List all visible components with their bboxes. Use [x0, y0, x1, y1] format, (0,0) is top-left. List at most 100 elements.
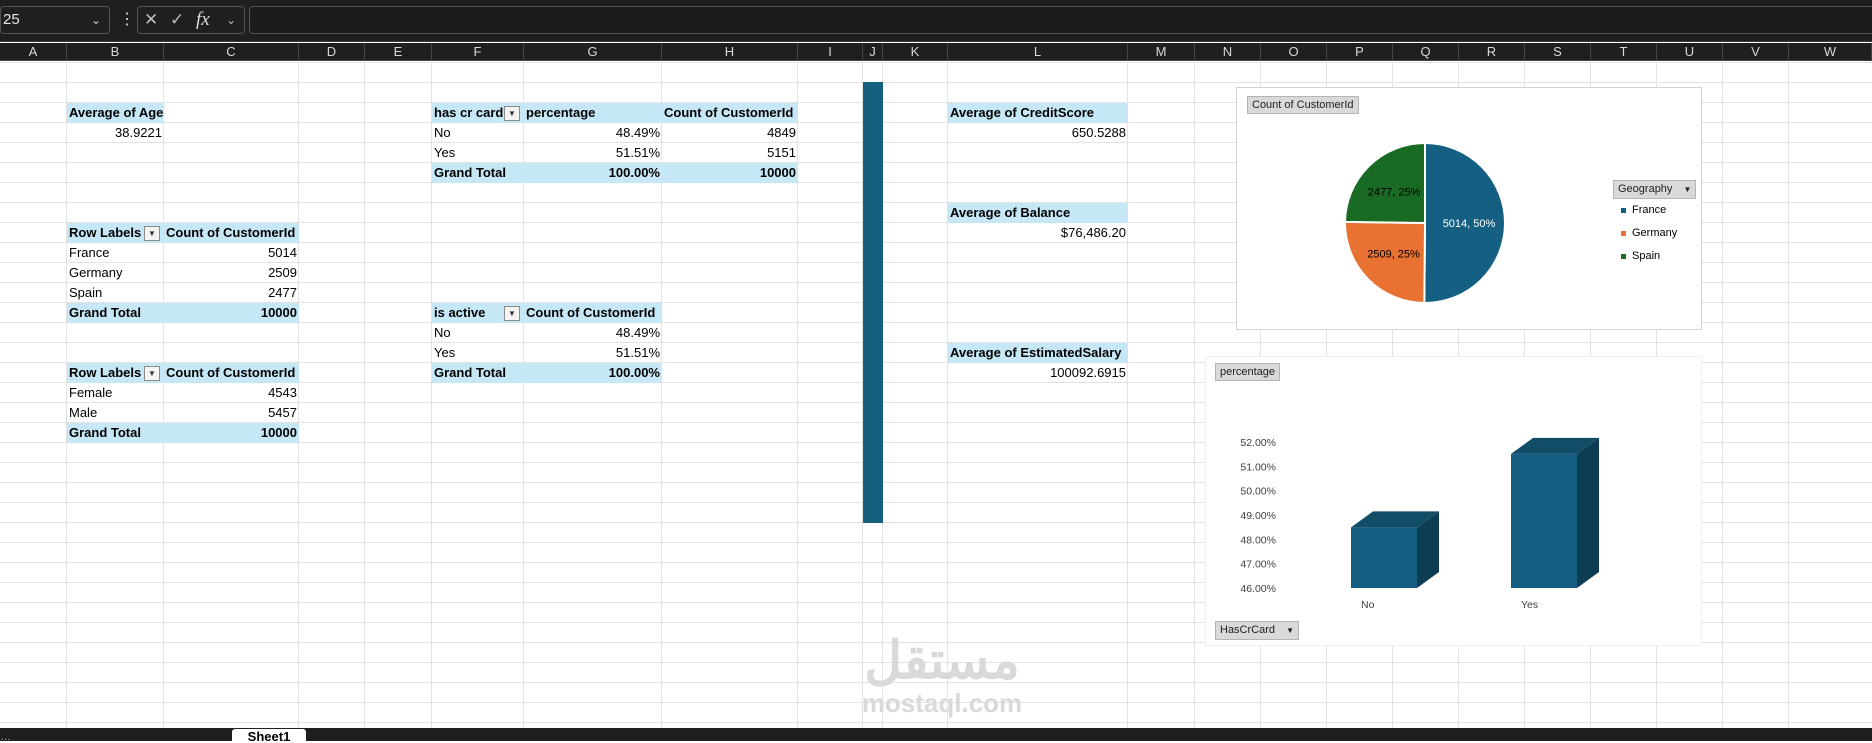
- crcard-total-count[interactable]: 10000: [662, 163, 798, 183]
- gender-row-value[interactable]: 5457: [164, 403, 299, 423]
- active-total-value[interactable]: 100.00%: [524, 363, 662, 383]
- column-header-b[interactable]: B: [67, 43, 164, 61]
- pie-slice-germany[interactable]: [1344, 220, 1427, 305]
- column-header-i[interactable]: I: [798, 43, 863, 61]
- column-header-n[interactable]: N: [1195, 43, 1261, 61]
- active-label-header[interactable]: is active ▼: [432, 303, 524, 323]
- column-header-g[interactable]: G: [524, 43, 662, 61]
- column-header-c[interactable]: C: [164, 43, 299, 61]
- filter-dropdown-icon[interactable]: ▼: [144, 226, 160, 241]
- bar-yes[interactable]: [1511, 437, 1599, 588]
- balance-header[interactable]: Average of Balance: [948, 203, 1128, 223]
- crcard-label-header[interactable]: has cr card ▼: [432, 103, 524, 123]
- column-header-s[interactable]: S: [1525, 43, 1591, 61]
- chevron-down-icon[interactable]: ▼: [1286, 626, 1294, 635]
- crcard-row-count[interactable]: 4849: [662, 123, 798, 143]
- name-box[interactable]: 25 ⌄: [0, 6, 110, 34]
- creditscore-header[interactable]: Average of CreditScore: [948, 103, 1128, 123]
- column-header-j[interactable]: J: [863, 43, 883, 61]
- active-row-value[interactable]: 51.51%: [524, 343, 662, 363]
- check-icon[interactable]: ✓: [170, 7, 184, 33]
- geo-count-header[interactable]: Count of CustomerId: [164, 223, 299, 243]
- column-header-v[interactable]: V: [1723, 43, 1789, 61]
- crcard-count-header[interactable]: Count of CustomerId: [662, 103, 798, 123]
- geo-total-value[interactable]: 10000: [164, 303, 299, 323]
- gender-rowlabels-header[interactable]: Row Labels ▼: [67, 363, 164, 383]
- column-header-u[interactable]: U: [1657, 43, 1723, 61]
- active-row-value[interactable]: 48.49%: [524, 323, 662, 343]
- gender-row-value[interactable]: 4543: [164, 383, 299, 403]
- column-header-t[interactable]: T: [1591, 43, 1657, 61]
- crcard-total-label[interactable]: Grand Total: [432, 163, 524, 183]
- salary-value[interactable]: 100092.6915: [948, 363, 1128, 383]
- gender-total-value[interactable]: 10000: [164, 423, 299, 443]
- column-header-m[interactable]: M: [1128, 43, 1195, 61]
- geo-row-value[interactable]: 5014: [164, 243, 299, 263]
- vertical-ellipsis-icon[interactable]: ⋮: [119, 8, 135, 32]
- filter-dropdown-icon[interactable]: ▼: [144, 366, 160, 381]
- crcard-pct-header[interactable]: percentage: [524, 103, 662, 123]
- y-tick-label: 52.00%: [1240, 437, 1276, 449]
- geo-row-value[interactable]: 2509: [164, 263, 299, 283]
- gender-count-header[interactable]: Count of CustomerId: [164, 363, 299, 383]
- filter-dropdown-icon[interactable]: ▼: [504, 106, 520, 121]
- geo-rowlabels-header[interactable]: Row Labels ▼: [67, 223, 164, 243]
- column-header-f[interactable]: F: [432, 43, 524, 61]
- chevron-down-icon[interactable]: ⌄: [226, 7, 236, 33]
- active-label-text: is active: [434, 305, 486, 320]
- crcard-row-pct[interactable]: 48.49%: [524, 123, 662, 143]
- crcard-row-pct[interactable]: 51.51%: [524, 143, 662, 163]
- salary-header[interactable]: Average of EstimatedSalary: [948, 343, 1128, 363]
- filter-dropdown-icon[interactable]: ▼: [504, 306, 520, 321]
- geo-row-label[interactable]: Spain: [67, 283, 164, 303]
- legend-item-spain: Spain: [1621, 248, 1660, 264]
- geo-row-label[interactable]: France: [67, 243, 164, 263]
- column-header-q[interactable]: Q: [1393, 43, 1459, 61]
- column-header-h[interactable]: H: [662, 43, 798, 61]
- balance-value[interactable]: $76,486.20: [948, 223, 1128, 243]
- gender-total-label[interactable]: Grand Total: [67, 423, 164, 443]
- chevron-down-icon[interactable]: ⌄: [91, 7, 101, 33]
- column-header-l[interactable]: L: [948, 43, 1128, 61]
- decorative-divider-bar: [863, 82, 883, 523]
- bar-no[interactable]: [1351, 511, 1439, 588]
- age-header[interactable]: Average of Age: [67, 103, 164, 123]
- column-header-r[interactable]: R: [1459, 43, 1525, 61]
- age-value[interactable]: 38.9221: [67, 123, 164, 143]
- geo-row-label[interactable]: Germany: [67, 263, 164, 283]
- geo-row-value[interactable]: 2477: [164, 283, 299, 303]
- column-header-o[interactable]: O: [1261, 43, 1327, 61]
- geo-total-label[interactable]: Grand Total: [67, 303, 164, 323]
- column-header-k[interactable]: K: [883, 43, 948, 61]
- active-total-label[interactable]: Grand Total: [432, 363, 524, 383]
- formula-input[interactable]: [249, 6, 1872, 34]
- tab-scroll-left-icon[interactable]: …: [0, 731, 11, 743]
- crcard-total-pct[interactable]: 100.00%: [524, 163, 662, 183]
- bar-chart-plot: 46.00% 47.00% 48.00% 49.00% 50.00% 51.00% 52.0…: [1240, 437, 1599, 611]
- y-tick-label: 50.00%: [1240, 486, 1276, 498]
- active-row-label[interactable]: Yes: [432, 343, 524, 363]
- bar-axis-field-button[interactable]: HasCrCard ▼: [1215, 621, 1299, 640]
- gender-row-label[interactable]: Male: [67, 403, 164, 423]
- active-row-label[interactable]: No: [432, 323, 524, 343]
- x-icon[interactable]: ✕: [144, 7, 158, 33]
- crcard-row-count[interactable]: 5151: [662, 143, 798, 163]
- pie-legend-field-button[interactable]: Geography ▼: [1613, 180, 1697, 199]
- column-header-a[interactable]: A: [0, 43, 67, 61]
- pie-chart[interactable]: Count of CustomerId 5014, 50% 2509, 25% 24…: [1236, 87, 1702, 330]
- bar-chart[interactable]: percentage 46.00% 47.00% 48.00% 49.00% 50.00…: [1205, 356, 1702, 646]
- column-header-p[interactable]: P: [1327, 43, 1393, 61]
- grid-col-line: [1788, 62, 1789, 728]
- crcard-row-label[interactable]: Yes: [432, 143, 524, 163]
- column-header-w[interactable]: W: [1789, 43, 1872, 61]
- function-icon[interactable]: fx: [196, 7, 210, 33]
- creditscore-value[interactable]: 650.5288: [948, 123, 1128, 143]
- column-header-d[interactable]: D: [299, 43, 365, 61]
- column-header-e[interactable]: E: [365, 43, 432, 61]
- pie-slice-spain[interactable]: [1343, 141, 1426, 225]
- active-count-header[interactable]: Count of CustomerId: [524, 303, 662, 323]
- chevron-down-icon[interactable]: ▼: [1684, 185, 1692, 194]
- y-tick-label: 51.00%: [1240, 461, 1276, 473]
- crcard-row-label[interactable]: No: [432, 123, 524, 143]
- gender-row-label[interactable]: Female: [67, 383, 164, 403]
